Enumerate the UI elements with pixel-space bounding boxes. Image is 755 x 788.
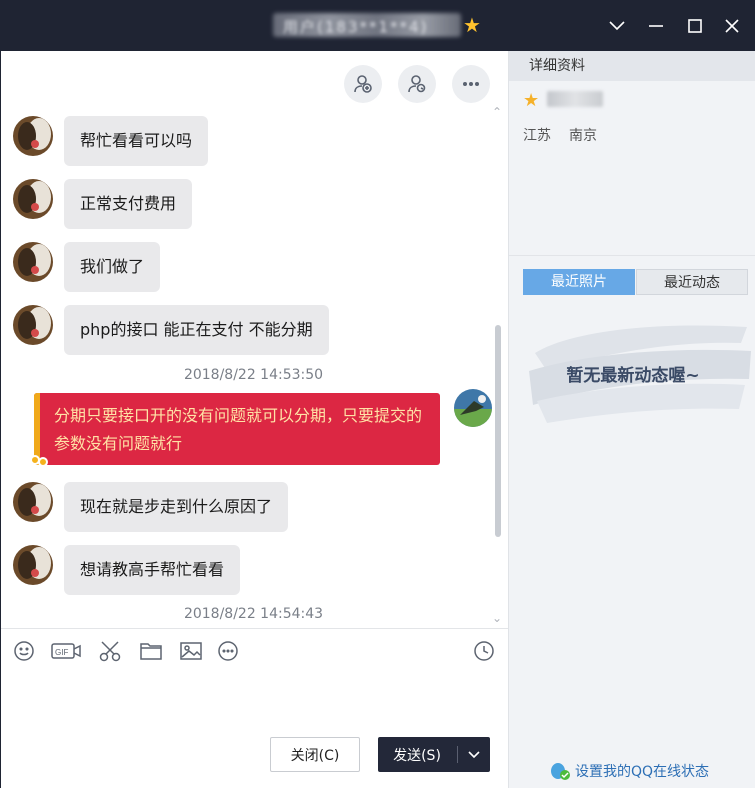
contact-avatar[interactable] — [13, 242, 53, 282]
contact-location: 江苏 南京 — [523, 125, 597, 145]
contact-settings-button[interactable] — [398, 65, 436, 103]
send-options-button[interactable] — [458, 737, 490, 772]
message-bubble[interactable]: 我们做了 — [64, 242, 161, 292]
tab-recent-photos[interactable]: 最近照片 — [523, 269, 635, 295]
message-row: 我们做了 — [13, 242, 161, 292]
qq-status-icon — [551, 763, 570, 780]
contact-nickname-blur — [547, 91, 603, 107]
bubble-decoration — [38, 457, 48, 467]
title-bar: 用户(183**1**4) ★ — [1, 1, 755, 51]
contact-avatar[interactable] — [13, 545, 53, 585]
message-input-area[interactable]: GIF 关闭(C) 发送(S) — [1, 628, 508, 788]
detail-panel-header: 详细资料 — [509, 51, 755, 81]
online-status-label[interactable]: 设置我的QQ在线状态 — [575, 761, 709, 781]
minimize-button[interactable] — [641, 11, 671, 41]
close-button[interactable]: 关闭(C) — [270, 737, 360, 772]
more-icon — [463, 82, 479, 86]
scroll-down-icon[interactable]: ⌄ — [492, 611, 502, 625]
message-timestamp: 2018/8/22 14:54:43 — [183, 606, 324, 622]
tab-recent-updates[interactable]: 最近动态 — [636, 269, 748, 295]
my-avatar[interactable] — [454, 389, 492, 427]
add-contact-icon — [354, 75, 372, 93]
contact-avatar[interactable] — [13, 482, 53, 522]
online-status-link[interactable]: 设置我的QQ在线状态 — [549, 761, 709, 781]
chat-scrollbar[interactable] — [495, 325, 501, 537]
contact-name: 用户(183**1**4) — [283, 18, 429, 36]
message-row: php的接口 能正在支付 不能分期 — [13, 305, 329, 355]
chevron-down-icon — [468, 750, 480, 758]
maximize-button[interactable] — [680, 11, 710, 41]
message-row: 现在就是步走到什么原因了 — [13, 482, 289, 532]
message-row: 正常支付费用 — [13, 179, 193, 229]
my-message-bubble[interactable]: 分期只要接口开的没有问题就可以分期，只要提交的参数没有问题就行 — [30, 393, 440, 467]
chat-history[interactable]: ⌃ 帮忙看看可以吗 正常支付费用 我们做了 php的接口 能正在支付 不能分期 … — [1, 51, 508, 628]
empty-updates-text: 暂无最新动态喔~ — [566, 366, 700, 386]
close-window-button[interactable] — [717, 11, 747, 41]
message-bubble[interactable]: php的接口 能正在支付 不能分期 — [64, 305, 329, 355]
contact-avatar[interactable] — [13, 179, 53, 219]
chevron-down-icon[interactable] — [602, 11, 632, 41]
message-timestamp: 2018/8/22 14:53:50 — [183, 367, 324, 383]
contact-avatar[interactable] — [13, 305, 53, 345]
scissors-icon[interactable] — [98, 639, 122, 663]
image-icon[interactable] — [179, 639, 203, 663]
message-row: 帮忙看看可以吗 — [13, 116, 209, 166]
folder-icon[interactable] — [139, 639, 163, 663]
svg-text:GIF: GIF — [55, 648, 68, 657]
city-label: 南京 — [569, 128, 597, 144]
scroll-up-icon[interactable]: ⌃ — [492, 105, 502, 119]
history-icon[interactable] — [473, 639, 495, 663]
message-bubble[interactable]: 帮忙看看可以吗 — [64, 116, 209, 166]
contact-detail-panel: 详细资料 ★ 江苏 南京 最近照片 最近动态 暂无最新动态喔~ 设置我的QQ在线… — [508, 51, 755, 788]
send-button[interactable]: 发送(S) — [378, 737, 490, 772]
more-icon[interactable] — [217, 639, 239, 663]
message-row: 想请教高手帮忙看看 — [13, 545, 241, 595]
add-contact-button[interactable] — [344, 65, 382, 103]
chat-top-tools — [344, 65, 490, 103]
contact-avatar[interactable] — [13, 116, 53, 156]
message-bubble[interactable]: 想请教高手帮忙看看 — [64, 545, 241, 595]
message-bubble[interactable]: 正常支付费用 — [64, 179, 193, 229]
divider — [509, 255, 755, 256]
star-level-icon: ★ — [523, 90, 540, 111]
gif-icon[interactable]: GIF — [51, 639, 81, 663]
contact-settings-icon — [408, 75, 426, 93]
vip-star-icon: ★ — [463, 13, 481, 37]
chat-window: 用户(183**1**4) ★ ⌃ 帮忙看看可以吗 正常支付费用 我们做了 ph… — [0, 0, 755, 788]
send-label[interactable]: 发送(S) — [378, 737, 456, 772]
message-bubble[interactable]: 现在就是步走到什么原因了 — [64, 482, 289, 532]
emoji-icon[interactable] — [13, 639, 35, 663]
my-message-text: 分期只要接口开的没有问题就可以分期，只要提交的参数没有问题就行 — [54, 406, 423, 453]
province-label: 江苏 — [523, 128, 551, 144]
more-options-button[interactable] — [452, 65, 490, 103]
